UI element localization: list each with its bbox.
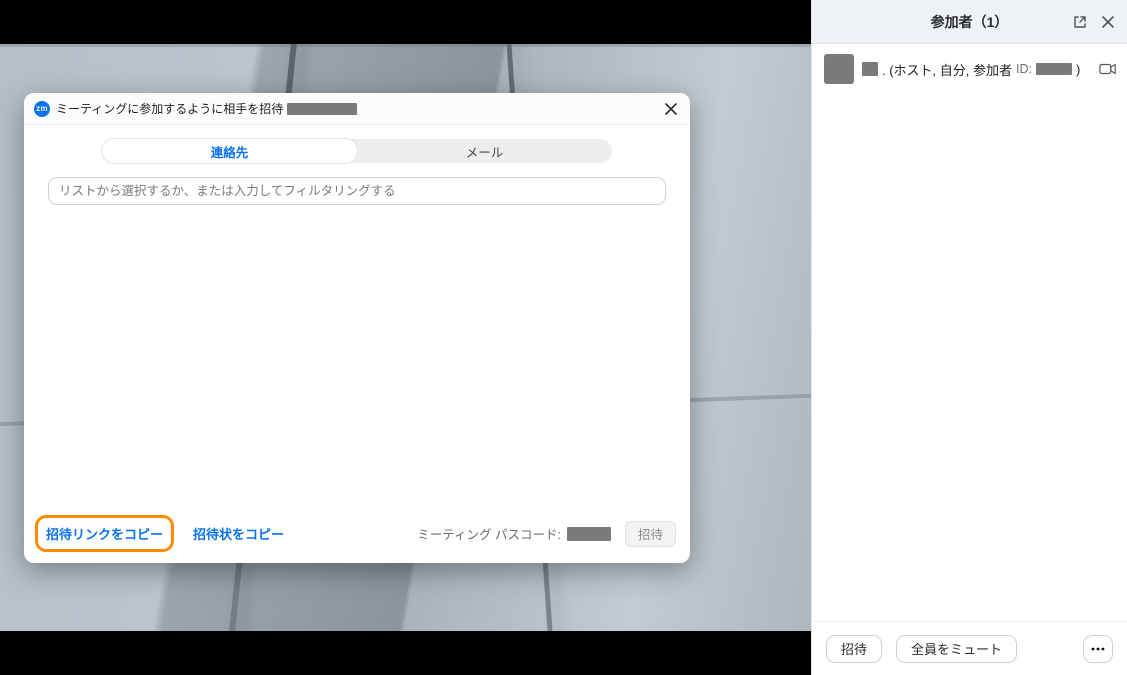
participant-name: . (ホスト, 自分, 参加者 ID: ) xyxy=(862,60,1080,79)
participant-meta: . (ホスト, 自分, 参加者 xyxy=(882,60,1012,79)
panel-body xyxy=(812,92,1127,621)
participant-id-label: ID: xyxy=(1016,62,1032,76)
contact-search-input[interactable] xyxy=(48,177,666,205)
footer-invite-button[interactable]: 招待 xyxy=(826,635,882,663)
search-wrap xyxy=(24,163,690,205)
video-area: zm ミーティングに参加するように相手を招待 連絡先 メール xyxy=(0,0,811,675)
copy-invite-link-button[interactable]: 招待リンクをコピー xyxy=(38,518,171,549)
dialog-title: ミーティングに参加するように相手を招待 xyxy=(56,100,357,117)
copy-invitation-button[interactable]: 招待状をコピー xyxy=(185,518,292,549)
footer-more-button[interactable] xyxy=(1083,635,1113,663)
dialog-title-text: ミーティングに参加するように相手を招待 xyxy=(56,100,283,117)
participants-panel: 参加者（1） . (ホスト, 自分, 参加者 ID: ) xyxy=(811,0,1127,675)
participant-name-redacted xyxy=(862,62,878,76)
panel-close-button[interactable] xyxy=(1097,11,1119,33)
video-icon xyxy=(1099,62,1117,76)
popout-icon xyxy=(1073,15,1087,29)
zoom-logo-icon: zm xyxy=(34,101,50,117)
footer-mute-all-button[interactable]: 全員をミュート xyxy=(896,635,1017,663)
invite-dialog: zm ミーティングに参加するように相手を招待 連絡先 メール xyxy=(24,93,690,563)
panel-header: 参加者（1） xyxy=(812,0,1127,44)
participant-id-redacted xyxy=(1036,63,1072,75)
ellipsis-icon xyxy=(1091,647,1105,651)
passcode-redacted xyxy=(567,527,611,541)
passcode-label: ミーティング パスコード: xyxy=(417,524,561,543)
dialog-body xyxy=(24,205,690,508)
panel-popout-button[interactable] xyxy=(1069,11,1091,33)
tab-contacts[interactable]: 連絡先 xyxy=(102,139,357,163)
dialog-title-redacted xyxy=(287,103,357,115)
participant-row[interactable]: . (ホスト, 自分, 参加者 ID: ) xyxy=(812,44,1127,92)
panel-title: 参加者（1） xyxy=(931,12,1009,32)
dialog-header: zm ミーティングに参加するように相手を招待 xyxy=(24,93,690,125)
meeting-passcode: ミーティング パスコード: xyxy=(417,524,611,543)
panel-footer: 招待 全員をミュート xyxy=(812,621,1127,675)
close-icon xyxy=(1101,15,1115,29)
close-icon xyxy=(665,103,677,115)
tab-mail[interactable]: メール xyxy=(357,139,612,163)
dialog-tabs: 連絡先 メール xyxy=(24,125,690,163)
dialog-footer: 招待リンクをコピー 招待状をコピー ミーティング パスコード: 招待 xyxy=(24,508,690,563)
dialog-close-button[interactable] xyxy=(660,98,682,120)
avatar xyxy=(824,54,854,84)
participant-meta-close: ) xyxy=(1076,62,1080,77)
invite-submit-button[interactable]: 招待 xyxy=(625,521,676,547)
